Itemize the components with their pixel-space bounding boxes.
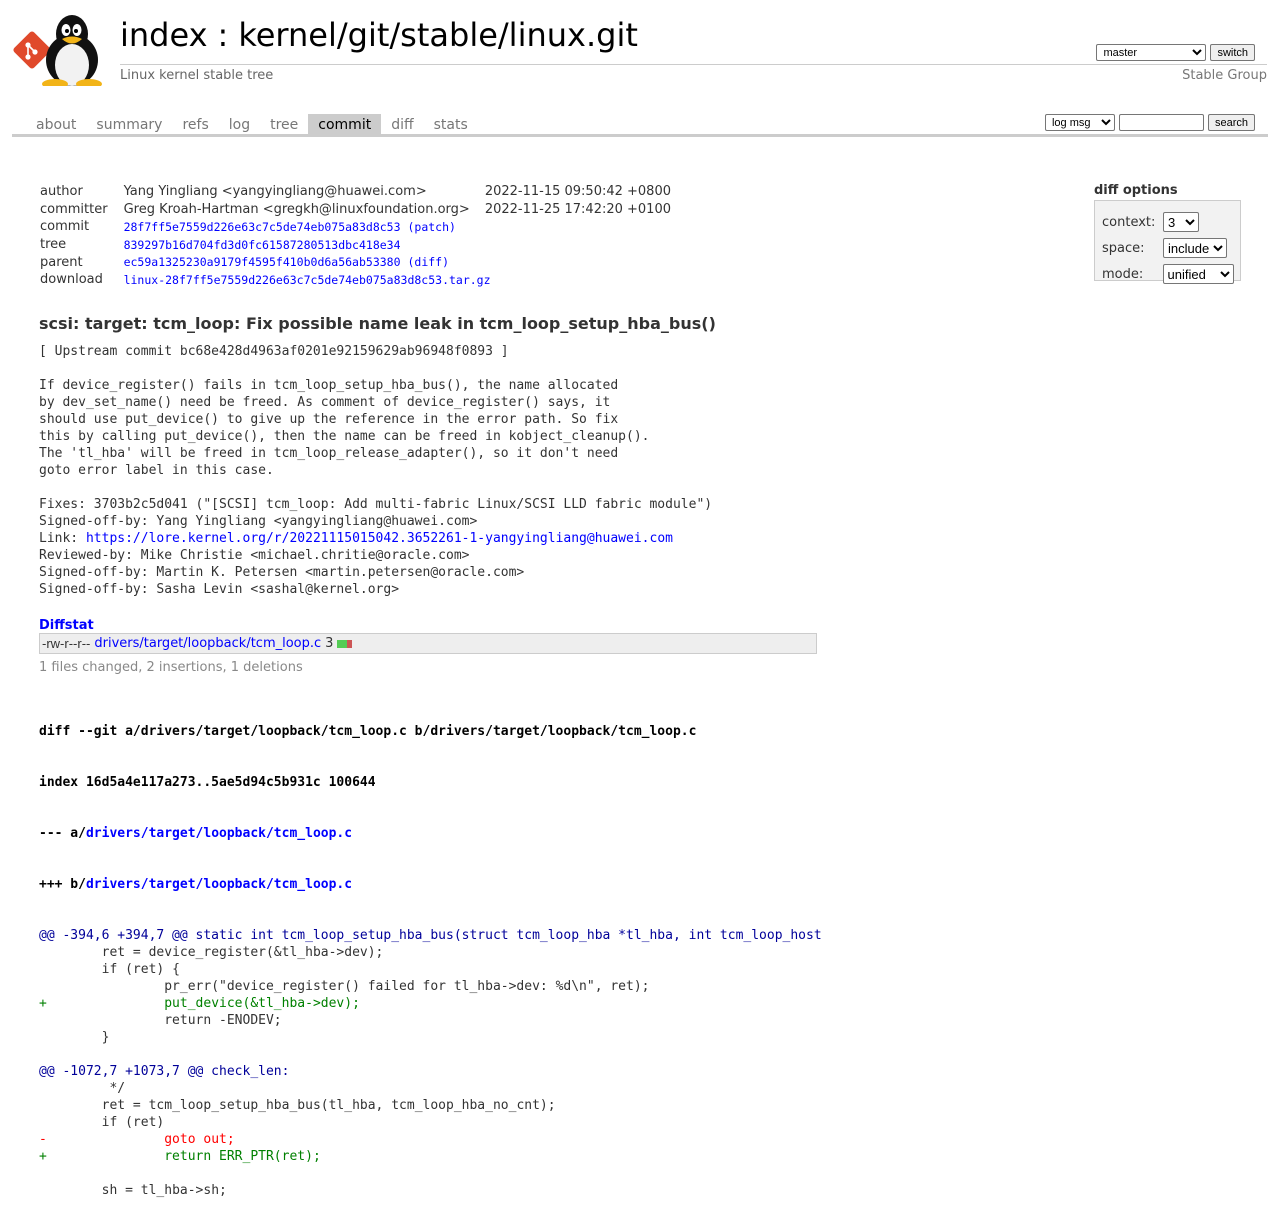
diffstat-graph xyxy=(337,639,353,648)
repo-description: Linux kernel stable tree xyxy=(120,68,274,83)
author-row: author Yang Yingliang <yangyingliang@hua… xyxy=(38,183,673,201)
tab-refs[interactable]: refs xyxy=(172,114,218,134)
diff-line-hunk: @@ -394,6 +394,7 @@ static int tcm_loop_… xyxy=(39,928,822,943)
tree-label: tree xyxy=(40,237,67,253)
diff-line-ctx: return -ENODEV; xyxy=(39,1013,282,1028)
commit-row: commit 28f7ff5e7559d226e63c7c5de74eb075a… xyxy=(38,218,673,236)
diff-line-ctx: if (ret) { xyxy=(39,962,180,977)
context-label: context: xyxy=(1102,214,1156,230)
download-label: download xyxy=(40,272,103,288)
committer-date: 2022-11-25 17:42:20 +0100 xyxy=(484,201,671,217)
search-type-select[interactable]: log msg xyxy=(1044,114,1115,131)
diffstat-table: -rw-r--r-- drivers/target/loopback/tcm_l… xyxy=(39,633,817,654)
diff-line-add: + return ERR_PTR(ret); xyxy=(39,1149,321,1164)
new-file-prefix: +++ b/ xyxy=(39,877,86,892)
author-value: Yang Yingliang <yangyingliang@huawei.com… xyxy=(123,184,427,200)
patch-link[interactable]: (patch) xyxy=(407,220,455,234)
mode-label: mode: xyxy=(1102,266,1144,282)
diffstat-file-link[interactable]: drivers/target/loopback/tcm_loop.c xyxy=(94,636,321,651)
diff-line-del: - goto out; xyxy=(39,1132,235,1147)
page-title: index: kernel/git/stable/linux.git xyxy=(120,16,638,54)
diff-line-ctx xyxy=(39,1046,822,1063)
tab-log[interactable]: log xyxy=(219,114,260,134)
branch-switch-form: master switch xyxy=(1096,44,1255,61)
tab-diff[interactable]: diff xyxy=(381,114,423,134)
tab-about[interactable]: about xyxy=(26,114,86,134)
diff-line-ctx: } xyxy=(39,1030,110,1045)
diff-options-panel: diff options context: 3 space: include m… xyxy=(1094,183,1241,284)
tab-bar: about summary refs log tree commit diff stats l… xyxy=(12,114,1268,137)
diff-line-ctx: ret = tcm_loop_setup_hba_bus(tl_hba, tcm… xyxy=(39,1098,556,1113)
switch-button[interactable]: switch xyxy=(1210,44,1255,61)
author-label: author xyxy=(40,184,83,200)
diff-line-hunk: @@ -1072,7 +1073,7 @@ check_len: xyxy=(39,1064,290,1079)
branch-select[interactable]: master xyxy=(1096,44,1207,61)
old-file-link[interactable]: drivers/target/loopback/tcm_loop.c xyxy=(86,826,352,841)
context-select[interactable]: 3 xyxy=(1163,212,1199,232)
file-mode: -rw-r--r-- xyxy=(42,636,91,651)
diff-header-line: diff --git a/drivers/target/loopback/tcm… xyxy=(39,724,697,739)
parent-row: parent ec59a1325230a9179f4595f410b0d6a56… xyxy=(38,253,673,271)
author-date: 2022-11-15 09:50:42 +0800 xyxy=(484,184,671,200)
deletion-bar xyxy=(347,639,353,648)
commit-label: commit xyxy=(40,219,90,235)
diff-options-title: diff options xyxy=(1094,183,1178,198)
diff-line-ctx: sh = tl_hba->sh; xyxy=(39,1183,227,1198)
change-count: 3 xyxy=(325,636,334,651)
diff-line-ctx xyxy=(39,1165,822,1182)
tab-tree[interactable]: tree xyxy=(260,114,308,134)
parent-label: parent xyxy=(40,254,83,270)
title-separator: : xyxy=(217,16,229,54)
diff-line-ctx: ret = device_register(&tl_hba->dev); xyxy=(39,945,384,960)
diff-line-ctx: */ xyxy=(39,1081,126,1096)
diff-lines: @@ -394,6 +394,7 @@ static int tcm_loop_… xyxy=(39,927,822,1199)
tab-commit[interactable]: commit xyxy=(308,114,382,134)
diff-line-add: + put_device(&tl_hba->dev); xyxy=(39,996,360,1011)
commit-message: [ Upstream commit bc68e428d4963af0201e92… xyxy=(39,343,712,598)
message-body-before-link: [ Upstream commit bc68e428d4963af0201e92… xyxy=(39,344,713,546)
commit-hash-link[interactable]: 28f7ff5e7559d226e63c7c5de74eb075a83d8c53 xyxy=(124,220,401,234)
download-link[interactable]: linux-28f7ff5e7559d226e63c7c5de74eb075a8… xyxy=(124,273,491,287)
parent-hash-link[interactable]: ec59a1325230a9179f4595f410b0d6a56ab53380 xyxy=(124,255,401,269)
repo-path-link[interactable]: kernel/git/stable/linux.git xyxy=(238,16,638,54)
diff-options-box: context: 3 space: include mode: unified xyxy=(1094,200,1241,284)
cgit-logo-icon[interactable] xyxy=(12,10,112,89)
diff-index-line: index 16d5a4e117a273..5ae5d94c5b931c 100… xyxy=(39,775,376,790)
commit-info-table: author Yang Yingliang <yangyingliang@hua… xyxy=(38,183,673,289)
diff-line-ctx: pr_err("device_register() failed for tl_… xyxy=(39,979,650,994)
tab-summary[interactable]: summary xyxy=(86,114,172,134)
commit-subject: scsi: target: tcm_loop: Fix possible nam… xyxy=(39,314,716,333)
diffstat-header-link[interactable]: Diffstat xyxy=(39,618,94,633)
lore-link[interactable]: https://lore.kernel.org/r/20221115015042… xyxy=(86,531,673,546)
diffstat-summary: 1 files changed, 2 insertions, 1 deletio… xyxy=(39,660,303,675)
search-input[interactable] xyxy=(1118,114,1204,131)
diffstat-row: -rw-r--r-- drivers/target/loopback/tcm_l… xyxy=(40,634,816,653)
tree-hash-link[interactable]: 839297b16d704fd3d0fc61587280513dbc418e34 xyxy=(124,238,401,252)
committer-row: committer Greg Kroah-Hartman <gregkh@lin… xyxy=(38,201,673,219)
header-divider xyxy=(120,64,1267,65)
old-file-prefix: --- a/ xyxy=(39,826,86,841)
message-body-after-link: Reviewed-by: Mike Christie <michael.chri… xyxy=(39,548,525,597)
repo-owner: Stable Group xyxy=(1182,68,1267,83)
committer-value: Greg Kroah-Hartman <gregkh@linuxfoundati… xyxy=(123,201,470,217)
space-label: space: xyxy=(1102,240,1145,256)
search-button[interactable]: search xyxy=(1207,114,1255,131)
mode-select[interactable]: unified xyxy=(1162,264,1234,284)
parent-diff-link[interactable]: (diff) xyxy=(407,255,449,269)
diff-old-file-line: --- a/drivers/target/loopback/tcm_loop.c xyxy=(39,825,822,842)
committer-label: committer xyxy=(40,201,108,217)
space-select[interactable]: include xyxy=(1163,238,1227,258)
tree-row: tree 839297b16d704fd3d0fc61587280513dbc4… xyxy=(38,236,673,254)
tab-stats[interactable]: stats xyxy=(424,114,478,134)
download-row: download linux-28f7ff5e7559d226e63c7c5de… xyxy=(38,271,673,289)
diff-line-ctx: if (ret) xyxy=(39,1115,165,1130)
new-file-link[interactable]: drivers/target/loopback/tcm_loop.c xyxy=(86,877,352,892)
diff-new-file-line: +++ b/drivers/target/loopback/tcm_loop.c xyxy=(39,876,822,893)
search-form: log msg search xyxy=(1044,114,1255,131)
repo-index-link[interactable]: index xyxy=(120,16,208,54)
diff-view: diff --git a/drivers/target/loopback/tcm… xyxy=(39,689,822,1216)
